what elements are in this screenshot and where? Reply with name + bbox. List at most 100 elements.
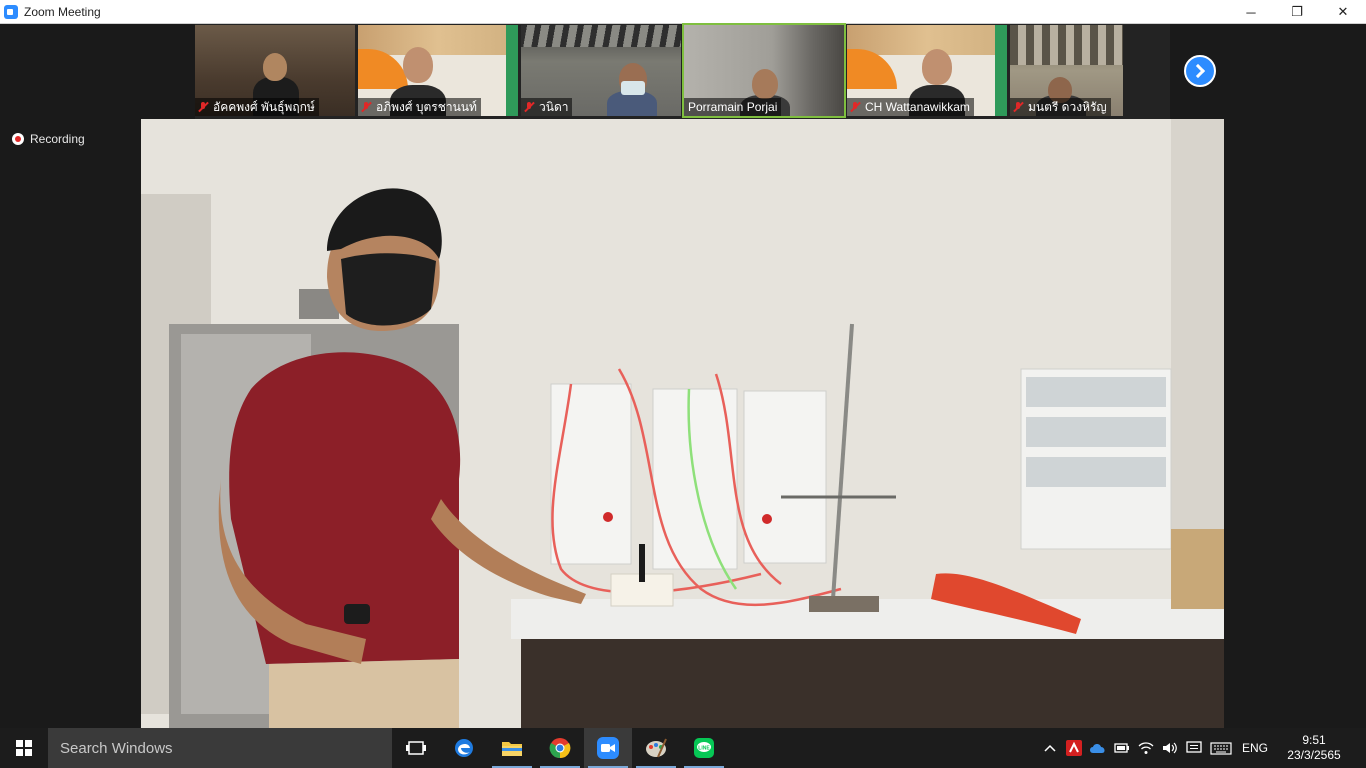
participant-face — [922, 49, 952, 85]
muted-mic-icon — [1012, 101, 1024, 113]
participant-name: อภิพงศ์ บุตรชานนท์ — [376, 99, 477, 114]
participant-name-bar: อภิพงศ์ บุตรชานนท์ — [358, 98, 481, 116]
person-trousers — [269, 659, 459, 728]
lab-table-frame — [521, 639, 1224, 728]
zoom-button[interactable] — [584, 728, 632, 768]
participant-name: วนิดา — [539, 99, 569, 114]
keyboard-icon — [1210, 742, 1232, 755]
battery-tray-button[interactable] — [1110, 728, 1134, 768]
participant-video-tile[interactable]: อภิพงศ์ บุตรชานนท์ — [358, 25, 518, 116]
cloud-icon — [1089, 744, 1105, 753]
muted-mic-icon — [360, 101, 372, 113]
chrome-icon — [549, 738, 571, 759]
window-controls: ─ ❐ ✕ — [1228, 0, 1366, 24]
antivirus-tray-button[interactable] — [1062, 728, 1086, 768]
recording-label: Recording — [30, 132, 85, 146]
drawer — [1026, 457, 1166, 487]
windows-taskbar: Search Windows LINE ENG 9:51 23/3/2565 — [0, 728, 1366, 768]
participant-video-tile-active[interactable]: Porramain Porjai — [682, 23, 846, 118]
drawer — [1026, 377, 1166, 407]
minimize-button[interactable]: ─ — [1228, 0, 1274, 24]
taskbar-clock[interactable]: 9:51 23/3/2565 — [1278, 733, 1350, 763]
taskbar-search-box[interactable]: Search Windows — [48, 728, 392, 768]
switch — [603, 512, 613, 522]
search-placeholder: Search Windows — [60, 739, 173, 757]
face-mask — [341, 253, 436, 326]
paint-palette-icon — [646, 738, 667, 758]
participant-name: อัคคพงศ์ พันธุ์พฤกษ์ — [213, 99, 315, 114]
ring-stand-base — [809, 596, 879, 612]
touch-keyboard-button[interactable] — [1206, 728, 1236, 768]
participant-face — [263, 53, 287, 81]
restore-button[interactable]: ❐ — [1274, 0, 1320, 24]
participant-video-tile[interactable]: CH Wattanawikkam — [847, 25, 1007, 116]
participant-video-tile[interactable]: มนตรี ดวงหิรัญ — [1010, 25, 1123, 116]
windows-logo-icon — [16, 740, 32, 756]
onedrive-tray-button[interactable] — [1086, 728, 1110, 768]
battery-icon — [1114, 743, 1129, 753]
taskbar-apps: LINE — [392, 728, 728, 768]
line-button[interactable]: LINE — [680, 728, 728, 768]
task-view-button[interactable] — [392, 728, 440, 768]
svg-text:LINE: LINE — [698, 746, 710, 752]
task-view-icon — [406, 741, 426, 755]
poster-graphic — [847, 25, 1007, 55]
action-center-tray-button[interactable] — [1182, 728, 1206, 768]
face-mask — [621, 81, 645, 95]
edge-button[interactable] — [440, 728, 488, 768]
participant-name: CH Wattanawikkam — [865, 100, 970, 114]
poster-graphic — [995, 25, 1007, 116]
participant-name-bar: อัคคพงศ์ พันธุ์พฤกษ์ — [195, 98, 319, 116]
zoom-app-icon — [4, 4, 18, 19]
participant-video-tile[interactable]: อัคคพงศ์ พันธุ์พฤกษ์ — [195, 25, 355, 116]
switch — [762, 514, 772, 524]
chevron-right-icon — [1190, 63, 1206, 79]
show-hidden-icons-button[interactable] — [1038, 728, 1062, 768]
wifi-tray-button[interactable] — [1134, 728, 1158, 768]
participant-video-tile[interactable]: วนิดา — [521, 25, 681, 116]
line-app-icon: LINE — [694, 738, 714, 758]
wristwatch — [344, 604, 370, 624]
input-language-indicator[interactable]: ENG — [1242, 741, 1268, 755]
close-button[interactable]: ✕ — [1320, 0, 1366, 24]
show-desktop-button[interactable] — [1350, 728, 1366, 768]
poster-graphic — [358, 25, 518, 55]
window-title: Zoom Meeting — [24, 4, 101, 19]
clock-date: 23/3/2565 — [1287, 748, 1341, 762]
recording-icon — [12, 133, 24, 145]
message-icon — [1186, 741, 1202, 753]
roof-graphic — [521, 25, 681, 47]
participant-face — [752, 69, 778, 99]
participant-name: Porramain Porjai — [688, 100, 778, 114]
file-explorer-button[interactable] — [488, 728, 536, 768]
chrome-button[interactable] — [536, 728, 584, 768]
chevron-up-icon — [1044, 744, 1056, 752]
roof-graphic — [1010, 25, 1123, 65]
next-page-button[interactable] — [1184, 55, 1216, 87]
speaker-video-scene — [141, 119, 1224, 728]
muted-mic-icon — [849, 101, 861, 113]
edge-icon — [455, 739, 473, 757]
poster-graphic — [506, 25, 518, 116]
antivirus-icon — [1065, 740, 1082, 756]
electrode — [639, 544, 645, 582]
participant-name: มนตรี ดวงหิรัญ — [1028, 99, 1107, 114]
meeting-area: อัคคพงศ์ พันธุ์พฤกษ์ อภิพงศ์ บุตรชานนท์ — [0, 23, 1366, 728]
power-supply-box — [743, 390, 827, 564]
zoom-icon — [597, 737, 619, 759]
power-supply-box — [550, 383, 632, 565]
main-speaker-video — [141, 119, 1224, 728]
wifi-icon — [1138, 742, 1154, 754]
recording-indicator[interactable]: Recording — [12, 132, 85, 146]
paint-button[interactable] — [632, 728, 680, 768]
drawer — [1026, 417, 1166, 447]
muted-mic-icon — [197, 101, 209, 113]
window-titlebar: Zoom Meeting ─ ❐ ✕ — [0, 0, 1366, 24]
folder-icon — [502, 742, 522, 756]
participant-name-bar: Porramain Porjai — [684, 98, 782, 116]
participant-name-bar: มนตรี ดวงหิรัญ — [1010, 98, 1111, 116]
participant-face — [403, 47, 433, 83]
start-button[interactable] — [0, 728, 48, 768]
volume-tray-button[interactable] — [1158, 728, 1182, 768]
cardboard-box — [1171, 529, 1224, 609]
